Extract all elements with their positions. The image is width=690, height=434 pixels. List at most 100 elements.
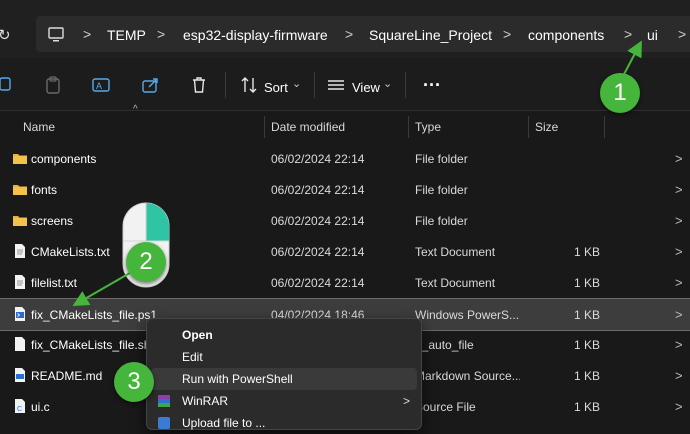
submenu-arrow-icon: > [403,394,411,408]
view-icon[interactable] [327,76,345,94]
svg-text:A: A [96,81,102,91]
file-size: 1 KB [573,276,600,290]
file-size: 1 KB [573,245,600,259]
column-header-date-modified[interactable]: Date modified [271,120,345,134]
menu-item-label: Upload file to ... [182,416,266,430]
folder-icon [13,154,27,164]
breadcrumb-separator: > [83,26,92,42]
step-2-badge: 2 [126,242,166,282]
shell-file-icon [15,337,25,351]
file-size: 1 KB [573,369,600,383]
sort-indicator-icon: ^ [133,104,138,115]
file-size: 1 KB [573,400,600,414]
powershell-file-icon [15,307,25,321]
row-chevron-icon: > [675,182,683,197]
breadcrumb-squareline-project[interactable]: SquareLine_Project [369,27,492,43]
delete-icon[interactable] [190,76,208,94]
file-name: components [31,152,97,166]
file-type: Text Document [415,245,496,259]
file-type: File folder [415,183,468,197]
text-file-icon [15,275,25,289]
breadcrumb-esp32-display-firmware[interactable]: esp32-display-firmware [183,27,328,43]
column-divider[interactable] [528,116,529,138]
menu-item-open[interactable]: Open [147,324,421,346]
file-size: 1 KB [573,338,600,352]
sort-icon[interactable] [240,76,258,94]
row-chevron-icon: > [675,368,683,383]
file-date-modified: 06/02/2024 22:14 [271,245,365,259]
file-type: Windows PowerS... [415,308,520,322]
row-chevron-icon: > [675,244,683,259]
step-1-badge: 1 [600,73,640,113]
command-bar: A Sort ⌄ View ⌄ ··· [0,58,690,111]
menu-item-label: Run with PowerShell [182,372,293,386]
file-row[interactable]: components 06/02/2024 22:14 File folder > [0,143,690,174]
breadcrumb-temp[interactable]: TEMP [107,27,146,43]
breadcrumb-separator: > [157,26,166,42]
menu-item-winrar[interactable]: WinRAR > [147,390,421,412]
breadcrumb-components[interactable]: components [528,27,604,43]
row-chevron-icon: > [675,213,683,228]
step-3-badge: 3 [114,362,154,402]
row-chevron-icon: > [675,399,683,414]
column-divider[interactable] [408,116,409,138]
file-row[interactable]: screens 06/02/2024 22:14 File folder > [0,205,690,236]
menu-item-label: WinRAR [182,394,229,408]
menu-item-edit[interactable]: Edit [147,346,421,368]
file-size: 1 KB [573,308,600,322]
column-header-name[interactable]: Name [23,120,55,134]
address-bar: ↻ > TEMP > esp32-display-firmware > Squa… [0,0,690,58]
file-date-modified: 06/02/2024 22:14 [271,214,365,228]
breadcrumb-ui[interactable]: ui [647,27,658,43]
file-date-modified: 06/02/2024 22:14 [271,183,365,197]
folder-icon [13,185,27,195]
context-menu: Open Edit Run with PowerShell WinRAR > U… [146,318,422,430]
copy-icon[interactable] [0,76,14,94]
file-date-modified: 06/02/2024 22:14 [271,152,365,166]
file-row[interactable]: filelist.txt 06/02/2024 22:14 Text Documen… [0,267,690,298]
sort-button[interactable]: Sort [264,80,288,95]
toolbar-divider [225,72,226,98]
upload-icon [158,417,170,429]
file-type: File folder [415,152,468,166]
view-button[interactable]: View [352,80,380,95]
toolbar-divider [405,72,406,98]
svg-text:C: C [17,406,22,413]
breadcrumb-separator: > [678,26,687,42]
menu-item-label: Open [182,328,213,342]
markdown-file-icon [15,368,25,382]
menu-item-upload[interactable]: Upload file to ... [147,412,421,434]
column-header-size[interactable]: Size [535,120,558,134]
this-pc-icon[interactable] [47,26,65,44]
file-row[interactable]: fonts 06/02/2024 22:14 File folder > [0,174,690,205]
refresh-icon[interactable]: ↻ [0,26,11,44]
c-file-icon: C [15,399,25,413]
breadcrumb-separator: > [624,26,633,42]
row-chevron-icon: > [675,307,683,322]
row-chevron-icon: > [675,151,683,166]
row-chevron-icon: > [675,275,683,290]
toolbar-divider [314,72,315,98]
file-type: h_auto_file [415,338,474,352]
text-file-icon [15,244,25,258]
file-type: Text Document [415,276,496,290]
file-type: Markdown Source... [415,369,520,383]
paste-icon[interactable] [44,76,62,94]
file-name: fonts [31,183,58,197]
menu-item-run-with-powershell[interactable]: Run with PowerShell [151,368,417,390]
breadcrumb-separator: > [503,26,512,42]
breadcrumb-separator: > [345,26,354,42]
row-chevron-icon: > [675,337,683,352]
file-row[interactable]: CMakeLists.txt 06/02/2024 22:14 Text Docum… [0,236,690,267]
column-divider[interactable] [264,116,265,138]
column-divider[interactable] [604,116,605,138]
rename-icon[interactable]: A [92,76,110,94]
column-header-type[interactable]: Type [415,120,441,134]
file-date-modified: 06/02/2024 22:14 [271,276,365,290]
file-type: File folder [415,214,468,228]
chevron-down-icon[interactable]: ⌄ [292,77,301,90]
chevron-down-icon[interactable]: ⌄ [383,77,392,90]
menu-item-label: Edit [182,350,203,364]
share-icon[interactable] [142,76,160,94]
more-options-button[interactable]: ··· [423,75,441,96]
